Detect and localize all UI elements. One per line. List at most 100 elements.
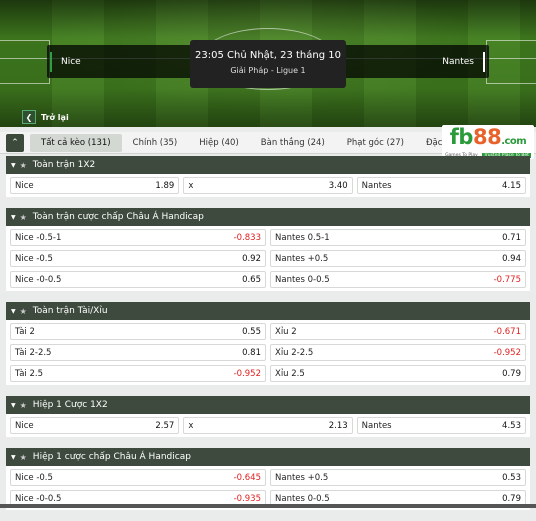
odds-row: Nice -0.5-0.645Nantes +0.50.53 (6, 467, 530, 488)
odds-value: -0.935 (234, 494, 261, 504)
back-button[interactable]: ❮ Trở lại (22, 110, 69, 124)
market-title: Toàn trận cược chấp Châu Á Handicap (33, 212, 204, 222)
odds-cell[interactable]: Nantes +0.50.53 (270, 469, 526, 486)
market-title: Toàn trận 1X2 (33, 160, 95, 170)
odds-label: Nice (15, 421, 34, 431)
odds-value: 2.57 (155, 421, 174, 431)
odds-cell[interactable]: x 3.40 (183, 177, 352, 194)
tab-1[interactable]: Chính (35) (122, 134, 189, 152)
logo-com: .com (501, 136, 526, 147)
away-team: Nantes (442, 52, 485, 72)
odds-cell[interactable]: Nice -0.5-0.645 (10, 469, 266, 486)
odds-label: x (188, 421, 193, 431)
odds-label: Nantes +0.5 (275, 473, 328, 483)
caret-down-icon[interactable]: ▼ (11, 308, 16, 315)
odds-row: Nice1.89 x 3.40 Nantes4.15 (6, 175, 530, 196)
tab-4[interactable]: Phạt góc (27) (336, 134, 415, 152)
match-league: Giải Pháp - Ligue 1 (190, 66, 346, 75)
chevron-up-icon[interactable]: ⌃ (6, 134, 24, 152)
star-icon[interactable]: ★ (20, 213, 27, 222)
odds-value: 0.55 (242, 327, 261, 337)
market-section: ▼★Toàn trận Tài/XỉuTài 20.55Xỉu 2-0.671T… (6, 302, 530, 385)
market-title: Hiệp 1 cược chấp Châu Á Handicap (33, 452, 191, 462)
odds-cell[interactable]: Xỉu 2.50.79 (270, 365, 526, 382)
logo-wordmark: fb88.com (450, 127, 526, 152)
match-datetime: 23:05 Chủ Nhật, 23 tháng 10 (190, 50, 346, 61)
tab-2[interactable]: Hiệp (40) (188, 134, 250, 152)
odds-label: Xỉu 2 (275, 327, 297, 337)
market-title: Toàn trận Tài/Xỉu (33, 306, 108, 316)
odds-cell[interactable]: Nantes +0.5 0.94 (270, 250, 526, 267)
star-icon[interactable]: ★ (20, 161, 27, 170)
odds-label: Nice -0.5-1 (15, 233, 61, 243)
odds-value: 0.65 (242, 275, 261, 285)
odds-cell[interactable]: Nantes 0-0.5 -0.775 (270, 271, 526, 288)
odds-value: -0.833 (234, 233, 261, 243)
odds-cell[interactable]: Tài 2.5 -0.952 (10, 365, 266, 382)
market-header[interactable]: ▼ ★ Hiệp 1 Cược 1X2 (6, 396, 530, 414)
odds-cell[interactable]: Nantes 4.53 (357, 417, 526, 434)
odds-label: Tài 2-2.5 (15, 348, 51, 358)
odds-value: 3.40 (329, 181, 348, 191)
page-bottom-edge (0, 504, 536, 508)
odds-row: Nice -0.5-1 -0.833 Nantes 0.5-10.71 (6, 227, 530, 248)
odds-row: Nice -0-0.5 0.65 Nantes 0-0.5 -0.775 (6, 269, 530, 290)
odds-value: 0.94 (502, 254, 521, 264)
odds-row: Nice 2.57 x2.13 Nantes 4.53 (6, 415, 530, 436)
odds-value: 0.92 (242, 254, 261, 264)
tab-3[interactable]: Bàn thắng (24) (250, 134, 336, 152)
star-icon[interactable]: ★ (20, 401, 27, 410)
odds-cell[interactable]: x2.13 (183, 417, 352, 434)
odds-label: Nantes 0-0.5 (275, 494, 330, 504)
odds-cell[interactable]: Nantes4.15 (357, 177, 526, 194)
odds-value: 1.89 (155, 181, 174, 191)
odds-value: -0.952 (494, 348, 521, 358)
odds-row: Tài 2-2.50.81Xỉu 2-2.5-0.952 (6, 342, 530, 363)
odds-label: Nantes (362, 421, 392, 431)
odds-cell[interactable]: Nice -0-0.5 0.65 (10, 271, 266, 288)
caret-down-icon[interactable]: ▼ (11, 162, 16, 169)
odds-cell[interactable]: Nice 2.57 (10, 417, 179, 434)
odds-value: 0.79 (502, 494, 521, 504)
odds-value: 4.15 (502, 181, 521, 191)
odds-value: -0.952 (234, 369, 261, 379)
market-header[interactable]: ▼ ★ Hiệp 1 cược chấp Châu Á Handicap (6, 448, 530, 466)
market-header[interactable]: ▼ ★ Toàn trận Tài/Xỉu (6, 302, 530, 320)
odds-value: -0.671 (494, 327, 521, 337)
market-title: Hiệp 1 Cược 1X2 (33, 400, 108, 410)
tab-0[interactable]: Tất cả kèo (131) (30, 134, 122, 152)
odds-cell[interactable]: Nantes 0.5-10.71 (270, 229, 526, 246)
odds-value: -0.775 (494, 275, 521, 285)
market-header[interactable]: ▼ ★ Toàn trận 1X2 (6, 156, 530, 174)
star-icon[interactable]: ★ (20, 307, 27, 316)
odds-cell[interactable]: Tài 2-2.50.81 (10, 344, 266, 361)
odds-cell[interactable]: Nice -0.5 0.92 (10, 250, 266, 267)
odds-cell[interactable]: Tài 20.55 (10, 323, 266, 340)
odds-value: 4.53 (502, 421, 521, 431)
caret-down-icon[interactable]: ▼ (11, 454, 16, 461)
caret-down-icon[interactable]: ▼ (11, 214, 16, 221)
odds-cell[interactable]: Xỉu 2 -0.671 (270, 323, 526, 340)
back-label: Trở lại (41, 113, 69, 122)
market-header[interactable]: ▼ ★ Toàn trận cược chấp Châu Á Handicap (6, 208, 530, 226)
caret-down-icon[interactable]: ▼ (11, 402, 16, 409)
odds-label: Tài 2.5 (15, 369, 43, 379)
brand-logo: fb88.com Games To Play Trusted Place To … (442, 125, 534, 159)
odds-label: x (188, 181, 193, 191)
odds-label: Nice -0-0.5 (15, 275, 61, 285)
odds-cell[interactable]: Nice1.89 (10, 177, 179, 194)
odds-cell[interactable]: Nice -0.5-1 -0.833 (10, 229, 266, 246)
odds-row: Nice -0.5 0.92 Nantes +0.5 0.94 (6, 248, 530, 269)
odds-label: Nantes 0.5-1 (275, 233, 330, 243)
odds-label: Nice -0.5 (15, 473, 53, 483)
odds-label: Nice -0.5 (15, 254, 53, 264)
odds-label: Nantes +0.5 (275, 254, 328, 264)
logo-88: 88 (473, 125, 501, 149)
market-section: ▼ ★ Toàn trận cược chấp Châu Á Handicap Nic… (6, 208, 530, 291)
odds-cell[interactable]: Xỉu 2-2.5-0.952 (270, 344, 526, 361)
star-icon[interactable]: ★ (20, 453, 27, 462)
odds-label: Nantes 0-0.5 (275, 275, 330, 285)
pitch-penalty-box-left (0, 40, 50, 84)
market-section: ▼ ★ Hiệp 1 cược chấp Châu Á Handicap Nice -… (6, 448, 530, 510)
market-rows: Tài 20.55 Xỉu 2 -0.671 Tài 2-2.50.81Xỉu 2-2… (6, 320, 530, 385)
